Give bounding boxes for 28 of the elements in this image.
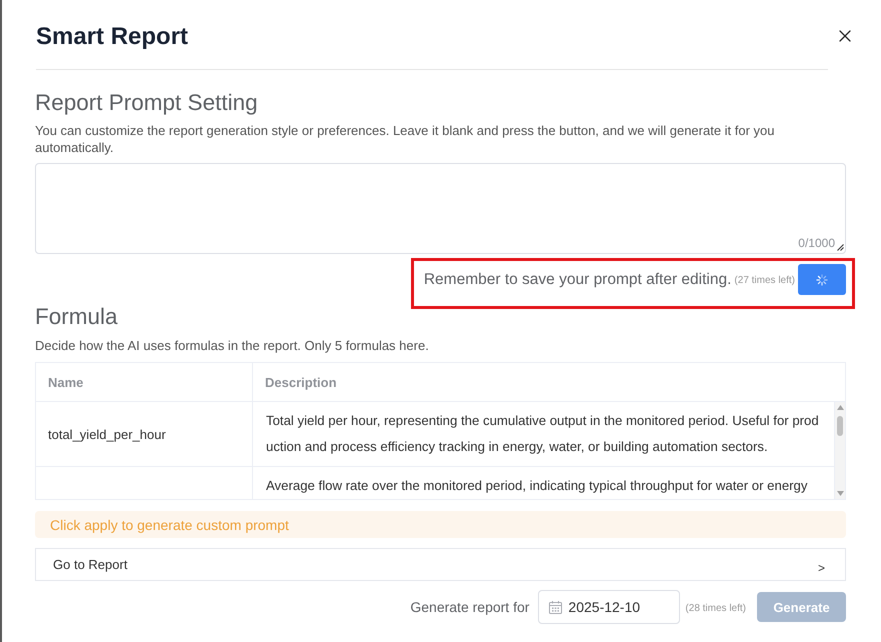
times-left: (28 times left) [685,602,746,614]
table-cell: total_yield_per_hour [36,402,253,466]
generate-label: Generate report for [410,599,530,615]
table-cell-text: Total yield per hour, representing the cumulative output in the monitored period. Useful for production and process efficiency tracking in energy, water, or building automation sectors. [265,412,820,456]
date-field[interactable]: 2025-12-10 [538,590,680,624]
scroll-down-icon[interactable] [837,491,844,496]
column-header: Name [36,363,253,401]
character-counter: 0/1000 [798,236,835,250]
alert-banner: Click apply to generate custom prompt [35,511,846,538]
section-heading: Formula [35,304,118,330]
times-left: (27 times left) [734,275,795,286]
chevron-icon: > [818,560,825,574]
save-prompt-button[interactable] [798,264,846,295]
section-description: Decide how the AI uses formulas in the report. Only 5 formulas here. [35,337,429,354]
column-header: Description [264,374,338,392]
dialog-title: Smart Report [36,22,188,51]
scroll-up-icon[interactable] [837,405,844,410]
table-cell-text: Average flow rate over the monitored period, indicating typical throughput for water or energy [265,477,808,495]
section-description: You can customize the report generation style or preferences. Leave it blank and press the button, and we will generate it for you automatically. [35,122,776,156]
calendar-icon [549,600,562,614]
resize-handle-icon[interactable] [837,244,844,251]
scrollbar-thumb[interactable] [837,416,843,436]
spinner-icon [816,274,828,286]
scrollbar[interactable] [834,402,845,499]
section-heading: Report Prompt Setting [35,90,258,116]
go-to-report-button[interactable]: Go to Report > [35,548,846,581]
prompt-field[interactable] [35,163,846,254]
save-hint: Remember to save your prompt after editing. [424,270,732,288]
